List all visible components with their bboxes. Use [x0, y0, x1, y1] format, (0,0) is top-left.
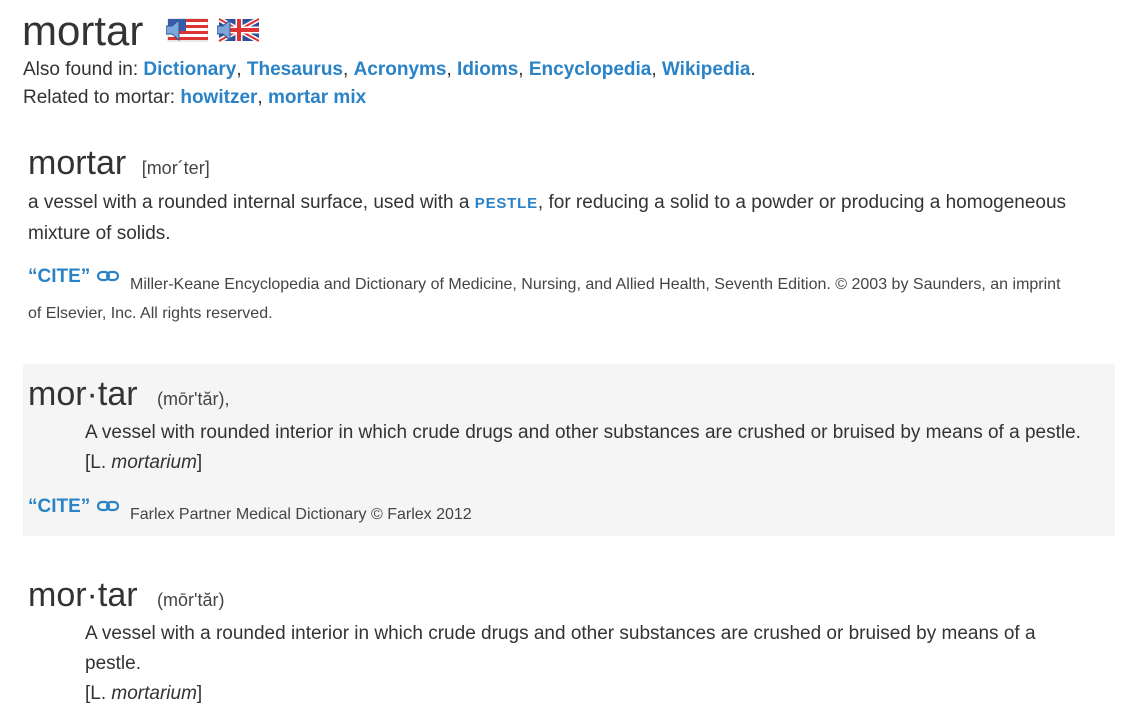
speaker-us-flag-icon[interactable]	[166, 16, 208, 44]
link-encyclopedia[interactable]: Encyclopedia	[529, 59, 652, 80]
entry-2-citation: “CITE” Farlex Partner Medical Dictionary…	[28, 495, 472, 529]
link-mortar-mix[interactable]: mortar mix	[268, 87, 366, 108]
etymology-word: mortarium	[111, 452, 197, 473]
page-title: mortar	[22, 7, 144, 54]
speaker-uk-flag-icon[interactable]	[217, 16, 259, 44]
entry-2-source: Farlex Partner Medical Dictionary © Farl…	[130, 506, 472, 524]
cite-label: “CITE”	[28, 496, 90, 517]
entry-1-pronunciation: [mor´ter]	[141, 158, 210, 178]
entry-3-pronunciation: (mōr'tăr)	[157, 590, 225, 610]
entry-3-definition: A vessel with a rounded interior in whic…	[85, 623, 1036, 704]
link-wikipedia[interactable]: Wikipedia	[662, 59, 751, 80]
entry-1-citation: “CITE” Miller-Keane Encyclopedia and Dic…	[28, 265, 1061, 328]
cite-label: “CITE”	[28, 266, 90, 287]
entry-2-title: mor·tar (mōr'tăr),	[28, 375, 230, 413]
link-idioms[interactable]: Idioms	[457, 59, 518, 80]
link-acronyms[interactable]: Acronyms	[354, 59, 447, 80]
link-dictionary[interactable]: Dictionary	[143, 59, 236, 80]
link-howitzer[interactable]: howitzer	[180, 87, 257, 108]
entry-1-source: Miller-Keane Encyclopedia and Dictionary…	[130, 276, 1061, 294]
etymology-word: mortarium	[111, 683, 197, 704]
entry-1-title: mortar [mor´ter]	[28, 144, 210, 182]
cite-button[interactable]: “CITE”	[28, 265, 124, 297]
link-pestle[interactable]: PESTLE	[475, 195, 538, 212]
link-thesaurus[interactable]: Thesaurus	[247, 59, 343, 80]
entry-1-source-cont: of Elsevier, Inc. All rights reserved.	[28, 305, 273, 323]
entry-2-definition: A vessel with rounded interior in which …	[85, 422, 1081, 473]
cite-button[interactable]: “CITE”	[28, 495, 124, 527]
entry-1-definition: a vessel with a rounded internal surface…	[28, 192, 1067, 244]
entry-3-title: mor·tar (mōr'tăr)	[28, 576, 225, 614]
also-found-in: Also found in: Dictionary, Thesaurus, Ac…	[23, 59, 756, 80]
related-to: Related to mortar: howitzer, mortar mix	[23, 87, 367, 108]
entry-2-pronunciation: (mōr'tăr),	[157, 389, 230, 409]
